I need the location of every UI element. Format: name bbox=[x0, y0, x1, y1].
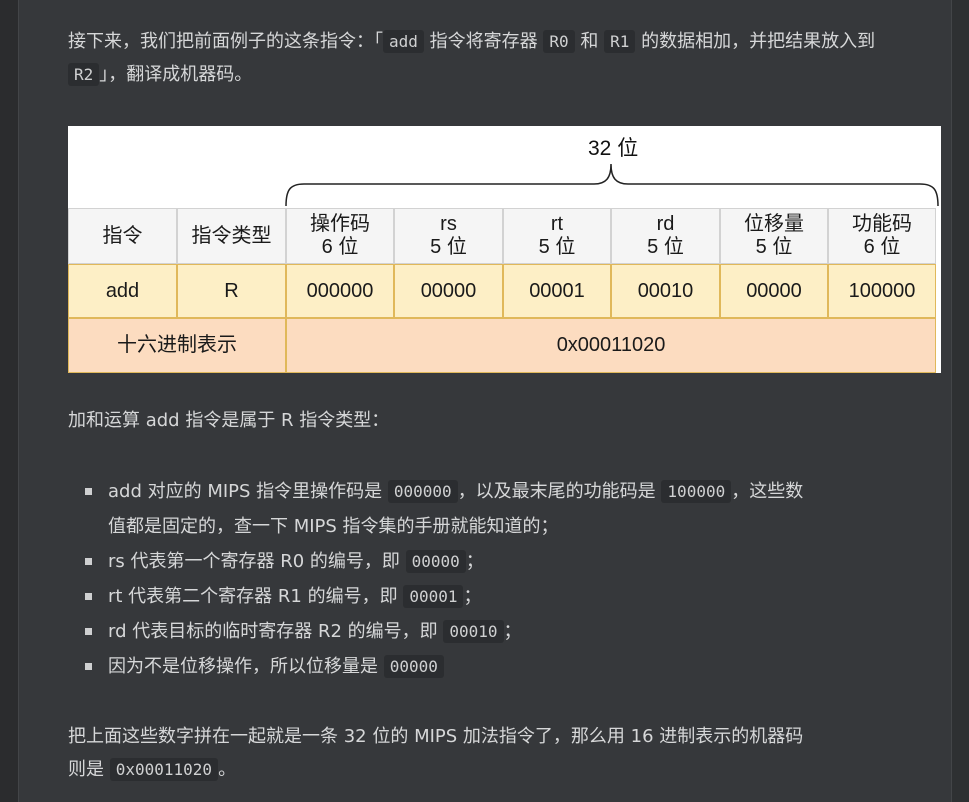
hex-label-cell: 十六进制表示 bbox=[68, 318, 286, 373]
instruction-encoding-figure: 32 位 指令 指令类型 操作码 6 位 rs 5 位 rt 5 位 rd 5 位 位移… bbox=[68, 126, 941, 373]
summary-paragraph: 把上面这些数字拼在一起就是一条 32 位的 MIPS 加法指令了，那么用 16 … bbox=[68, 726, 804, 781]
header-cell-type: 指令类型 bbox=[177, 208, 286, 264]
table-cell: 000000 bbox=[286, 264, 394, 318]
header-cell-opcode: 操作码 6 位 bbox=[286, 208, 394, 264]
list-item: add 对应的 MIPS 指令里操作码是 000000 ，以及最末尾的功能码是 1… bbox=[68, 474, 934, 544]
header-cell-instruction: 指令 bbox=[68, 208, 177, 264]
explanation-list: add 对应的 MIPS 指令里操作码是 000000 ，以及最末尾的功能码是 1… bbox=[68, 474, 934, 684]
table-cell: 00010 bbox=[611, 264, 720, 318]
table-cell: R bbox=[177, 264, 286, 318]
table-cell: 00000 bbox=[394, 264, 503, 318]
inline-code: R2 bbox=[68, 63, 100, 86]
list-item: rs 代表第一个寄存器 R0 的编号，即 00000； bbox=[68, 544, 934, 579]
table-cell: 00000 bbox=[720, 264, 828, 318]
bullet-icon bbox=[85, 663, 92, 670]
inline-code: 00000 bbox=[383, 655, 444, 678]
table-cell: 100000 bbox=[828, 264, 936, 318]
inline-code: 00010 bbox=[443, 620, 504, 643]
hex-value-cell: 0x00011020 bbox=[286, 318, 936, 373]
list-item: rd 代表目标的临时寄存器 R2 的编号，即 00010； bbox=[68, 614, 934, 649]
list-item: rt 代表第二个寄存器 R1 的编号，即 00001； bbox=[68, 579, 934, 614]
header-cell-rd: rd 5 位 bbox=[611, 208, 720, 264]
inline-code: 0x00011020 bbox=[109, 758, 219, 781]
inline-code: 100000 bbox=[661, 480, 732, 503]
inline-code: 000000 bbox=[387, 480, 458, 503]
bullet-icon bbox=[85, 558, 92, 565]
left-sidebar-strip bbox=[0, 0, 19, 802]
right-scrollbar-strip[interactable] bbox=[951, 0, 969, 802]
intro-paragraph: 接下来，我们把前面例子的这条指令：「 add 指令将寄存器 R0 和 R1 的数据… bbox=[68, 30, 876, 86]
header-cell-rt: rt 5 位 bbox=[503, 208, 611, 264]
header-cell-rs: rs 5 位 bbox=[394, 208, 503, 264]
inline-code: add bbox=[383, 30, 424, 53]
inline-code: R0 bbox=[543, 30, 575, 53]
header-cell-funct: 功能码 6 位 bbox=[828, 208, 936, 264]
bullet-icon bbox=[85, 628, 92, 635]
bullet-icon bbox=[85, 593, 92, 600]
header-cell-shamt: 位移量 5 位 bbox=[720, 208, 828, 264]
table-cell: 00001 bbox=[503, 264, 611, 318]
inline-code: R1 bbox=[604, 30, 636, 53]
list-item: 因为不是位移操作，所以位移量是 00000 bbox=[68, 649, 934, 684]
table-cell: add bbox=[68, 264, 177, 318]
inline-code: 00000 bbox=[405, 550, 466, 573]
brace-bracket bbox=[285, 163, 939, 207]
type-paragraph: 加和运算 add 指令是属于 R 指令类型： bbox=[68, 410, 390, 431]
bullet-icon bbox=[85, 488, 92, 495]
inline-code: 00001 bbox=[403, 585, 464, 608]
